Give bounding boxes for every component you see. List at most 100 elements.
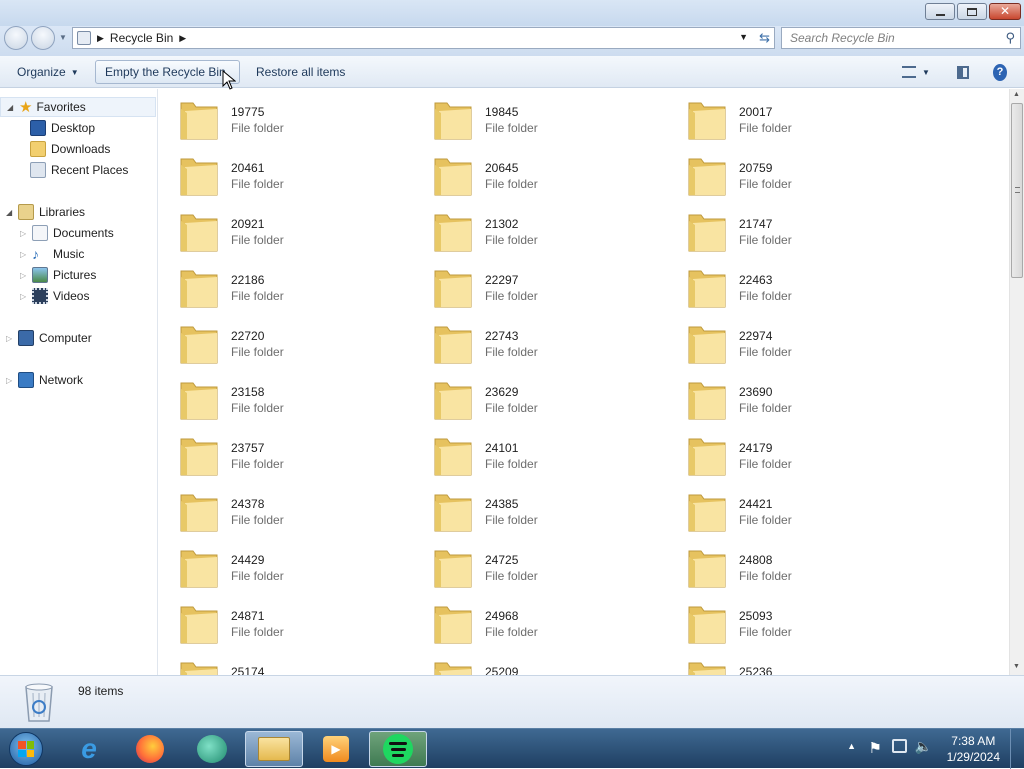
preview-pane-button[interactable] — [948, 60, 978, 84]
folder-tile[interactable]: 24421 File folder — [667, 481, 921, 537]
details-pane: 98 items — [0, 675, 1024, 728]
collapse-arrow-icon[interactable]: ▷ — [6, 334, 14, 343]
help-button[interactable]: ? — [984, 60, 1016, 84]
forward-button[interactable] — [31, 26, 55, 50]
back-button[interactable] — [4, 26, 28, 50]
restore-button[interactable] — [957, 3, 987, 20]
collapse-arrow-icon[interactable]: ▷ — [6, 376, 14, 385]
sidebar-item-documents[interactable]: ▷ Documents — [20, 223, 114, 243]
refresh-icon[interactable]: ⇆ — [759, 30, 770, 46]
music-icon: ♪ — [32, 246, 39, 262]
sidebar-item-recent-places[interactable]: Recent Places — [30, 160, 128, 180]
empty-recycle-bin-button[interactable]: Empty the Recycle Bin — [95, 60, 240, 84]
sidebar-item-network[interactable]: ▷ Network — [0, 370, 83, 390]
folder-tile[interactable]: 22463 File folder — [667, 257, 921, 313]
folder-tile[interactable]: 24725 File folder — [413, 537, 667, 593]
folder-tile[interactable]: 24378 File folder — [159, 481, 413, 537]
sidebar-item-pictures[interactable]: ▷ Pictures — [20, 265, 96, 285]
folder-tile[interactable]: 23690 File folder — [667, 369, 921, 425]
folder-tile[interactable]: 23757 File folder — [159, 425, 413, 481]
desktop-icon — [30, 120, 46, 136]
sidebar-item-music[interactable]: ▷ ♪ Music — [20, 244, 84, 264]
taskbar-internet-explorer[interactable]: e — [60, 731, 118, 767]
breadcrumb-recycle-bin[interactable]: Recycle Bin — [110, 31, 173, 45]
breadcrumb-chevron-icon[interactable]: ▶ — [179, 33, 186, 44]
sidebar-item-downloads[interactable]: Downloads — [30, 139, 110, 159]
restore-all-button[interactable]: Restore all items — [247, 60, 354, 84]
folder-tile[interactable]: 25236File folder — [667, 649, 921, 675]
folder-tile[interactable]: 22743 File folder — [413, 313, 667, 369]
folder-tile[interactable]: 20017 File folder — [667, 89, 921, 145]
folder-icon — [688, 382, 726, 420]
folder-tile[interactable]: 22297 File folder — [413, 257, 667, 313]
folder-tile[interactable]: 19775 File folder — [159, 89, 413, 145]
network-tray-icon[interactable] — [892, 739, 907, 753]
start-button[interactable] — [0, 731, 52, 767]
folder-tile[interactable]: 24101 File folder — [413, 425, 667, 481]
folder-type: File folder — [485, 177, 538, 191]
folder-tile[interactable]: 25093 File folder — [667, 593, 921, 649]
taskbar-chat-app[interactable] — [183, 731, 241, 767]
taskbar-spotify[interactable] — [369, 731, 427, 767]
show-hidden-icons-chevron-icon[interactable]: ▲ — [847, 741, 856, 751]
organize-button[interactable]: Organize ▼ — [8, 60, 88, 84]
sidebar-item-videos[interactable]: ▷ Videos — [20, 286, 89, 306]
scroll-up-arrow-icon[interactable]: ▲ — [1013, 91, 1020, 98]
folder-tile[interactable]: 20759 File folder — [667, 145, 921, 201]
close-icon: ✕ — [1000, 4, 1011, 18]
folder-tile[interactable]: 25174File folder — [159, 649, 413, 675]
taskbar-media-player[interactable]: ▶ — [307, 731, 365, 767]
folder-tile[interactable]: 24429 File folder — [159, 537, 413, 593]
folder-tile[interactable]: 24871 File folder — [159, 593, 413, 649]
breadcrumb-chevron-icon[interactable]: ▶ — [97, 33, 104, 44]
sidebar-item-libraries[interactable]: ◢ Libraries — [0, 202, 85, 222]
address-dropdown-icon[interactable]: ▼ — [739, 32, 748, 42]
folder-tile[interactable]: 24179 File folder — [667, 425, 921, 481]
taskbar-windows-explorer[interactable] — [245, 731, 303, 767]
sidebar-item-label: Music — [53, 247, 85, 261]
collapse-arrow-icon[interactable]: ▷ — [20, 271, 28, 280]
folder-tile[interactable]: 19845 File folder — [413, 89, 667, 145]
restore-all-label: Restore all items — [256, 65, 346, 79]
collapse-arrow-icon[interactable]: ▷ — [20, 250, 28, 259]
folder-tile[interactable]: 24968 File folder — [413, 593, 667, 649]
scrollbar-thumb[interactable] — [1011, 103, 1023, 278]
taskbar-firefox[interactable] — [121, 731, 179, 767]
sidebar-item-desktop[interactable]: Desktop — [30, 118, 95, 138]
folder-tile[interactable]: 23629 File folder — [413, 369, 667, 425]
folder-type: File folder — [739, 513, 792, 527]
folder-tile[interactable]: 20645 File folder — [413, 145, 667, 201]
show-desktop-button[interactable] — [1010, 729, 1024, 769]
change-view-button[interactable]: ▼ — [893, 60, 941, 84]
folder-icon — [180, 438, 218, 476]
folder-name: 24871 — [231, 609, 265, 623]
folder-tile[interactable]: 22186 File folder — [159, 257, 413, 313]
folder-tile[interactable]: 24385 File folder — [413, 481, 667, 537]
volume-muted-icon[interactable]: 🔈 — [915, 738, 932, 755]
search-input[interactable]: Search Recycle Bin ⚲ — [781, 27, 1021, 49]
folder-tile[interactable]: 20461 File folder — [159, 145, 413, 201]
collapse-arrow-icon[interactable]: ▷ — [20, 292, 28, 301]
address-bar[interactable]: ▶ Recycle Bin ▶ ▼ ⇆ — [72, 27, 775, 49]
vertical-scrollbar[interactable]: ▲ ▼ — [1009, 89, 1024, 675]
expand-arrow-icon[interactable]: ◢ — [6, 208, 14, 217]
folder-tile[interactable]: 22720 File folder — [159, 313, 413, 369]
sidebar-item-favorites[interactable]: ◢ ★ Favorites — [0, 97, 156, 117]
folder-tile[interactable]: 23158 File folder — [159, 369, 413, 425]
recent-pages-chevron-icon[interactable]: ▼ — [59, 33, 67, 42]
folder-tile[interactable]: 25209File folder — [413, 649, 667, 675]
folder-tile[interactable]: 21302 File folder — [413, 201, 667, 257]
folder-icon — [434, 158, 472, 196]
clock[interactable]: 7:38 AM 1/29/2024 — [947, 733, 1000, 765]
folder-tile[interactable]: 21747 File folder — [667, 201, 921, 257]
action-center-flag-icon[interactable]: ⚑ — [869, 739, 882, 757]
folder-tile[interactable]: 22974 File folder — [667, 313, 921, 369]
folder-tile[interactable]: 20921 File folder — [159, 201, 413, 257]
expand-arrow-icon[interactable]: ◢ — [7, 103, 15, 112]
collapse-arrow-icon[interactable]: ▷ — [20, 229, 28, 238]
sidebar-item-computer[interactable]: ▷ Computer — [0, 328, 92, 348]
folder-tile[interactable]: 24808 File folder — [667, 537, 921, 593]
minimize-button[interactable] — [925, 3, 955, 20]
close-button[interactable]: ✕ — [989, 3, 1021, 20]
scroll-down-arrow-icon[interactable]: ▼ — [1013, 663, 1020, 670]
